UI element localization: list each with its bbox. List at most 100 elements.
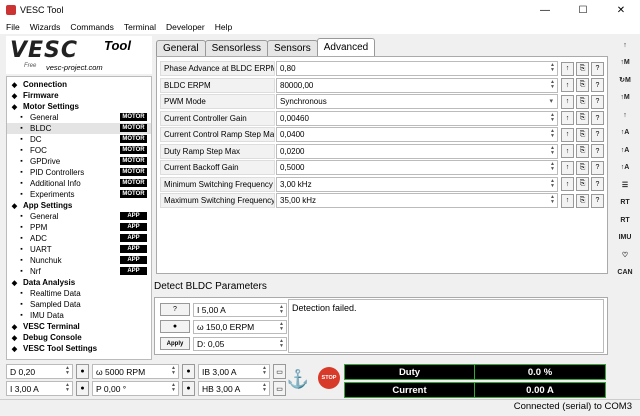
sidebar-item-debug-console[interactable]: ◆ Debug Console bbox=[7, 332, 151, 343]
heart-icon[interactable]: ♡ bbox=[615, 246, 635, 264]
param-input[interactable]: 0,80 ▲ ▼ bbox=[276, 61, 558, 76]
minimize-button[interactable]: — bbox=[526, 0, 564, 20]
param-upload-button[interactable]: ↑ bbox=[561, 144, 574, 158]
param-help-button[interactable]: ? bbox=[591, 94, 604, 109]
param-copy-button[interactable]: ⎘ bbox=[576, 160, 589, 175]
chevron-down-icon[interactable]: ▾ bbox=[549, 97, 553, 105]
sidebar-item-vesc-terminal[interactable]: ◆ VESC Terminal bbox=[7, 321, 151, 332]
sidebar-item-app-settings[interactable]: ◆ App Settings bbox=[7, 200, 151, 211]
sidebar-item-general[interactable]: ▪ General MOTOR bbox=[7, 112, 151, 123]
anchor-icon[interactable]: ⚓ bbox=[286, 367, 310, 391]
position-set-button[interactable]: ● bbox=[182, 381, 195, 396]
menu-help[interactable]: Help bbox=[215, 22, 232, 32]
read-default-icon[interactable]: ↑ bbox=[615, 106, 635, 124]
menu-wizards[interactable]: Wizards bbox=[30, 22, 61, 32]
close-button[interactable]: ✕ bbox=[602, 0, 640, 20]
param-copy-button[interactable]: ⎘ bbox=[576, 127, 589, 142]
duty-set-button[interactable]: ● bbox=[76, 364, 89, 379]
reset-app-config-icon[interactable]: ↑A bbox=[615, 141, 635, 159]
sidebar-item-firmware[interactable]: ◆ Firmware bbox=[7, 90, 151, 101]
detect-duty-field[interactable]: D: 0,05 ▲ ▼ bbox=[193, 337, 287, 351]
position-field[interactable]: P 0,00 ° ▲ ▼ bbox=[92, 381, 179, 396]
detect-erpm-button[interactable]: ● bbox=[160, 320, 190, 333]
sidebar-item-gpdrive[interactable]: ▪ GPDrive MOTOR bbox=[7, 156, 151, 167]
param-help-button[interactable]: ? bbox=[591, 111, 604, 125]
param-input[interactable]: 0,00460 ▲ ▼ bbox=[276, 110, 558, 126]
hb-set-button[interactable]: ▭ bbox=[273, 381, 286, 396]
param-help-button[interactable]: ? bbox=[591, 160, 604, 175]
param-copy-button[interactable]: ⎘ bbox=[576, 193, 589, 208]
param-upload-button[interactable]: ↑ bbox=[561, 127, 574, 142]
param-dropdown[interactable]: Synchronous ▾ bbox=[276, 94, 558, 109]
sidebar-item-sampled-data[interactable]: ▪ Sampled Data bbox=[7, 299, 151, 310]
read-motor-config-icon[interactable]: ↑M bbox=[615, 54, 635, 72]
ib-field[interactable]: IB 3,00 A ▲ ▼ bbox=[198, 364, 270, 379]
param-copy-button[interactable]: ⎘ bbox=[576, 144, 589, 158]
sidebar-item-additional-info[interactable]: ▪ Additional Info MOTOR bbox=[7, 178, 151, 189]
sidebar-item-general[interactable]: ▪ General APP bbox=[7, 211, 151, 222]
sidebar-item-nrf[interactable]: ▪ Nrf APP bbox=[7, 266, 151, 277]
param-copy-button[interactable]: ⎘ bbox=[576, 94, 589, 109]
sidebar-item-motor-settings[interactable]: ◆ Motor Settings bbox=[7, 101, 151, 112]
sidebar-item-adc[interactable]: ▪ ADC APP bbox=[7, 233, 151, 244]
imu-icon[interactable]: IMU bbox=[615, 229, 635, 247]
param-help-button[interactable]: ? bbox=[591, 78, 604, 92]
param-upload-button[interactable]: ↑ bbox=[561, 111, 574, 125]
apply-button[interactable]: Apply bbox=[160, 337, 190, 350]
menu-commands[interactable]: Commands bbox=[70, 22, 113, 32]
realtime-app-icon[interactable]: RT bbox=[615, 211, 635, 229]
param-input[interactable]: 0,5000 ▲ ▼ bbox=[276, 160, 558, 175]
sidebar-item-ppm[interactable]: ▪ PPM APP bbox=[7, 222, 151, 233]
sidebar-item-realtime-data[interactable]: ▪ Realtime Data bbox=[7, 288, 151, 299]
maximize-button[interactable]: ☐ bbox=[564, 0, 602, 20]
stop-button[interactable]: STOP bbox=[318, 367, 340, 389]
can-icon[interactable]: CAN bbox=[615, 264, 635, 282]
current-field[interactable]: I 3,00 A ▲ ▼ bbox=[6, 381, 73, 396]
param-help-button[interactable]: ? bbox=[591, 193, 604, 208]
param-copy-button[interactable]: ⎘ bbox=[576, 111, 589, 125]
param-input[interactable]: 80000,00 ▲ ▼ bbox=[276, 77, 558, 93]
param-input[interactable]: 3,00 kHz ▲ ▼ bbox=[276, 176, 558, 192]
sidebar-item-data-analysis[interactable]: ◆ Data Analysis bbox=[7, 277, 151, 288]
param-copy-button[interactable]: ⎘ bbox=[576, 61, 589, 76]
param-help-button[interactable]: ? bbox=[591, 127, 604, 142]
param-help-button[interactable]: ? bbox=[591, 144, 604, 158]
param-input[interactable]: 0,0200 ▲ ▼ bbox=[276, 143, 558, 159]
ib-set-button[interactable]: ▭ bbox=[273, 364, 286, 379]
detect-current-field[interactable]: I 5,00 A ▲ ▼ bbox=[193, 303, 287, 317]
spin-arrows-icon[interactable]: ▲ ▼ bbox=[550, 162, 555, 172]
duty-field[interactable]: D 0,20 ▲ ▼ bbox=[6, 364, 73, 379]
sidebar-item-foc[interactable]: ▪ FOC MOTOR bbox=[7, 145, 151, 156]
detect-erpm-field[interactable]: ω 150,0 ERPM ▲ ▼ bbox=[193, 320, 287, 334]
read-config-icon[interactable]: ↑ bbox=[615, 36, 635, 54]
hb-field[interactable]: HB 3,00 A ▲ ▼ bbox=[198, 381, 270, 396]
write-app-config-icon[interactable]: ↑A bbox=[615, 159, 635, 177]
read-app-config-icon[interactable]: ↑A bbox=[615, 124, 635, 142]
rpm-set-button[interactable]: ● bbox=[182, 364, 195, 379]
param-upload-button[interactable]: ↑ bbox=[561, 94, 574, 109]
param-upload-button[interactable]: ↑ bbox=[561, 193, 574, 208]
menu-developer[interactable]: Developer bbox=[166, 22, 205, 32]
sidebar-item-experiments[interactable]: ▪ Experiments MOTOR bbox=[7, 189, 151, 200]
menu-file[interactable]: File bbox=[6, 22, 20, 32]
sidebar-item-imu-data[interactable]: ▪ IMU Data bbox=[7, 310, 151, 321]
realtime-icon[interactable]: RT bbox=[615, 194, 635, 212]
spin-arrows-icon[interactable]: ▲ ▼ bbox=[550, 195, 555, 205]
spin-arrows-icon[interactable]: ▲ ▼ bbox=[550, 129, 555, 139]
param-copy-button[interactable]: ⎘ bbox=[576, 78, 589, 92]
sidebar-item-dc[interactable]: ▪ DC MOTOR bbox=[7, 134, 151, 145]
param-upload-button[interactable]: ↑ bbox=[561, 160, 574, 175]
tab-sensors[interactable]: Sensors bbox=[267, 40, 318, 56]
tab-sensorless[interactable]: Sensorless bbox=[204, 40, 269, 56]
current-set-button[interactable]: ● bbox=[76, 381, 89, 396]
sidebar-item-bldc[interactable]: ▪ BLDC MOTOR bbox=[7, 123, 151, 134]
param-upload-button[interactable]: ↑ bbox=[561, 177, 574, 191]
sidebar-item-connection[interactable]: ◆ Connection bbox=[7, 79, 151, 90]
param-input[interactable]: 0,0400 ▲ ▼ bbox=[276, 127, 558, 142]
spin-arrows-icon[interactable]: ▲ ▼ bbox=[550, 145, 555, 156]
param-help-button[interactable]: ? bbox=[591, 61, 604, 76]
param-copy-button[interactable]: ⎘ bbox=[576, 177, 589, 191]
write-motor-config-icon[interactable]: ↑M bbox=[615, 89, 635, 107]
param-upload-button[interactable]: ↑ bbox=[561, 61, 574, 76]
reset-motor-config-icon[interactable]: ↻M bbox=[615, 71, 635, 89]
